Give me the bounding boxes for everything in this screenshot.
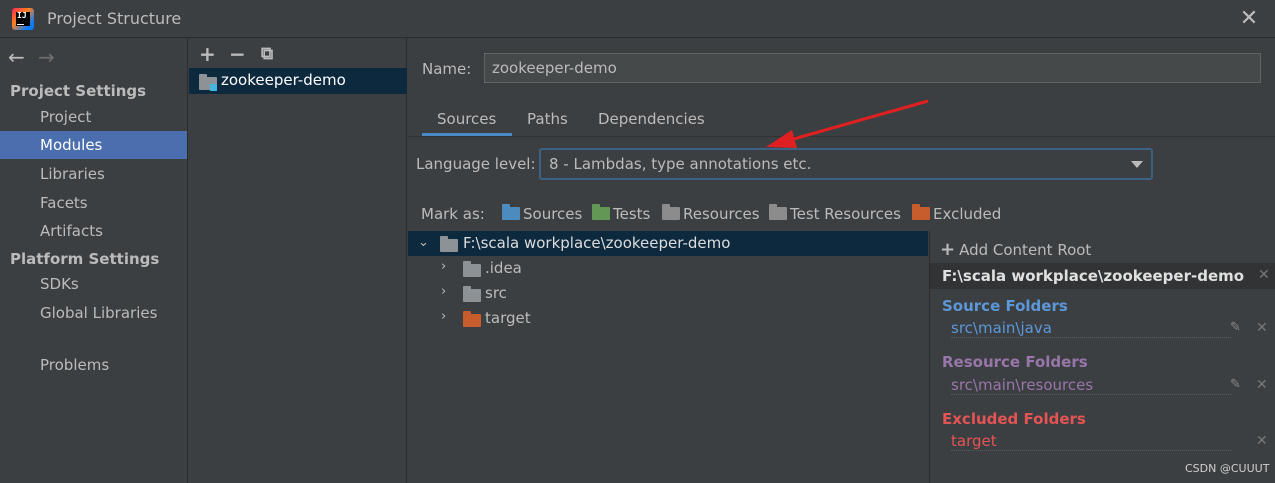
sources-folder-icon	[502, 204, 520, 220]
module-name-input[interactable]	[484, 53, 1261, 83]
language-level-label: Language level:	[416, 155, 536, 173]
content-root-path: F:\scala workplace\zookeeper-demo	[942, 267, 1245, 285]
settings-sidebar: ← → Project Settings Project Modules Lib…	[0, 38, 188, 483]
language-level-value: 8 - Lambdas, type annotations etc.	[549, 155, 812, 173]
chevron-right-icon[interactable]: ›	[441, 259, 446, 274]
folder-icon	[440, 236, 458, 252]
edit-pencil-icon[interactable]: ✎	[1230, 320, 1241, 335]
title-bar: IJ Project Structure ✕	[0, 0, 1275, 38]
back-arrow-icon[interactable]: ←	[8, 45, 25, 69]
sidebar-item-sdks[interactable]: SDKs	[0, 270, 187, 298]
mark-as-label: Mark as:	[421, 205, 485, 223]
source-folders-title: Source Folders	[942, 297, 1068, 315]
resource-folder-path[interactable]: src\main\resources	[951, 376, 1231, 395]
remove-icon[interactable]: ✕	[1256, 433, 1268, 449]
forward-arrow-icon[interactable]: →	[38, 45, 55, 69]
test-resources-folder-icon	[769, 204, 787, 220]
module-settings-panel: Name: Sources Paths Dependencies Languag…	[408, 38, 1275, 483]
chevron-down-icon[interactable]: ⌄	[418, 235, 429, 250]
add-icon[interactable]: +	[199, 42, 216, 66]
sidebar-item-project[interactable]: Project	[0, 103, 187, 131]
intellij-logo-icon: IJ	[12, 8, 34, 30]
plus-icon: +	[940, 239, 956, 260]
mark-sources-button[interactable]: Sources	[502, 204, 582, 223]
tree-item-label: target	[485, 309, 531, 327]
content-root-panel: + Add Content Root F:\scala workplace\zoo…	[929, 231, 1275, 483]
excluded-folder-icon	[912, 204, 930, 220]
mark-excluded-button[interactable]: Excluded	[912, 204, 1001, 223]
remove-icon[interactable]: −	[229, 42, 246, 66]
remove-icon[interactable]: ✕	[1256, 377, 1268, 393]
tree-row-src[interactable]: › src	[408, 281, 928, 306]
chevron-down-icon	[1131, 161, 1143, 168]
platform-settings-heading: Platform Settings	[10, 250, 160, 268]
module-list-item[interactable]: zookeeper-demo	[189, 68, 407, 94]
tree-row-root[interactable]: ⌄ F:\scala workplace\zookeeper-demo	[408, 231, 928, 256]
remove-icon[interactable]: ✕	[1256, 320, 1268, 336]
resource-folders-title: Resource Folders	[942, 353, 1088, 371]
mark-resources-button[interactable]: Resources	[662, 204, 760, 223]
module-badge-icon	[210, 84, 217, 91]
remove-root-icon[interactable]: ✕	[1258, 267, 1270, 283]
sidebar-item-artifacts[interactable]: Artifacts	[0, 217, 187, 245]
chevron-right-icon[interactable]: ›	[441, 284, 446, 299]
close-icon[interactable]: ✕	[1234, 4, 1264, 34]
sidebar-item-libraries[interactable]: Libraries	[0, 160, 187, 188]
tab-paths[interactable]: Paths	[527, 110, 568, 128]
tab-dependencies[interactable]: Dependencies	[598, 110, 705, 128]
chevron-right-icon[interactable]: ›	[441, 309, 446, 324]
tree-row-target[interactable]: › target	[408, 306, 928, 331]
tab-divider	[408, 136, 1275, 137]
name-label: Name:	[422, 60, 472, 78]
modules-list-panel: + − ⧉ zookeeper-demo	[189, 38, 407, 483]
excluded-folder-path[interactable]: target	[951, 432, 1231, 451]
excluded-folder-icon	[463, 311, 481, 327]
sidebar-item-global-libraries[interactable]: Global Libraries	[0, 299, 187, 327]
content-root-header: F:\scala workplace\zookeeper-demo ✕	[930, 263, 1275, 289]
tree-item-label: .idea	[485, 259, 522, 277]
mark-test-resources-button[interactable]: Test Resources	[769, 204, 901, 223]
window-title: Project Structure	[47, 9, 182, 28]
add-content-root-button[interactable]: + Add Content Root	[940, 239, 1091, 260]
language-level-dropdown[interactable]: 8 - Lambdas, type annotations etc.	[539, 148, 1153, 180]
resources-folder-icon	[662, 204, 680, 220]
tree-root-label: F:\scala workplace\zookeeper-demo	[463, 234, 731, 252]
sidebar-item-facets[interactable]: Facets	[0, 189, 187, 217]
edit-pencil-icon[interactable]: ✎	[1230, 377, 1241, 392]
copy-icon[interactable]: ⧉	[261, 44, 273, 64]
tests-folder-icon	[592, 204, 610, 220]
excluded-folders-title: Excluded Folders	[942, 410, 1086, 428]
directory-tree: ⌄ F:\scala workplace\zookeeper-demo › .i…	[408, 231, 928, 483]
project-settings-heading: Project Settings	[10, 82, 147, 100]
watermark: CSDN @CUUUT	[1185, 462, 1270, 475]
tab-sources[interactable]: Sources	[437, 110, 496, 128]
module-name: zookeeper-demo	[221, 71, 346, 89]
tree-item-label: src	[485, 284, 507, 302]
mark-tests-button[interactable]: Tests	[592, 204, 650, 223]
folder-icon	[463, 261, 481, 277]
sidebar-item-modules[interactable]: Modules	[0, 131, 187, 159]
folder-icon	[463, 286, 481, 302]
sidebar-item-problems[interactable]: Problems	[0, 351, 187, 379]
tree-row-idea[interactable]: › .idea	[408, 256, 928, 281]
source-folder-path[interactable]: src\main\java	[951, 319, 1231, 338]
